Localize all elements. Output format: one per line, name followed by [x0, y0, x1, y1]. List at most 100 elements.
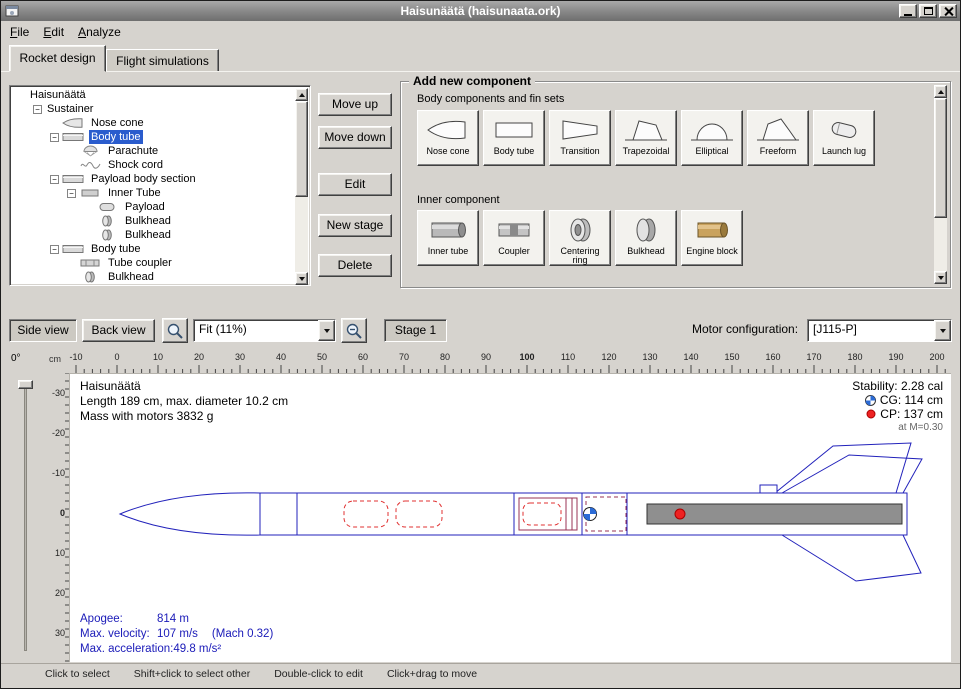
palette-button-label: Bulkhead [625, 247, 667, 256]
tree-item-shock-cord[interactable]: Shock cord [12, 158, 296, 172]
rocket-mass: Mass with motors 3832 g [80, 409, 288, 424]
scroll-up-button[interactable] [295, 88, 308, 101]
scroll-down-button[interactable] [934, 271, 947, 284]
centering-ring-icon [557, 214, 603, 246]
tree-item-nose-cone[interactable]: Nose cone [12, 116, 296, 130]
maximize-button[interactable] [919, 4, 937, 18]
collapse-handle-icon[interactable]: − [50, 245, 59, 254]
palette-button-label: Inner tube [426, 247, 471, 256]
tree-item-bulkhead[interactable]: Bulkhead [12, 270, 296, 284]
nose-cone-icon [425, 114, 471, 146]
tree-scrollbar[interactable] [295, 88, 308, 285]
new-stage-button[interactable]: New stage [318, 214, 392, 237]
tree-item-label: Parachute [106, 144, 160, 158]
tab-pane-border [1, 71, 960, 72]
palette-button-engine-block[interactable]: Engine block [681, 210, 743, 266]
move-up-button[interactable]: Move up [318, 93, 392, 116]
tab-flight-simulations[interactable]: Flight simulations [106, 49, 219, 72]
zoom-in-button[interactable] [162, 318, 188, 343]
tree-item-bulkhead[interactable]: Bulkhead [12, 214, 296, 228]
vertical-ruler: -30-20-100102030 [47, 373, 69, 662]
tree-item-tube-coupler[interactable]: Tube coupler [12, 256, 296, 270]
back-view-button[interactable]: Back view [82, 319, 155, 342]
hint-shift-click: Shift+click to select other [134, 668, 250, 685]
collapse-handle-icon[interactable]: − [67, 189, 76, 198]
titlebar[interactable]: Haisunäätä (haisunaata.ork) [1, 1, 960, 21]
palette-button-nose-cone[interactable]: Nose cone [417, 110, 479, 166]
rotation-slider-handle[interactable] [18, 380, 33, 389]
palette-button-elliptical[interactable]: Elliptical [681, 110, 743, 166]
palette-button-bulkhead[interactable]: Bulkhead [615, 210, 677, 266]
menu-file[interactable]: File [3, 22, 36, 42]
zoom-combo[interactable]: Fit (11%) [193, 319, 336, 342]
mach-note: at M=0.30 [852, 421, 943, 435]
ruler-top-label: -10 [69, 352, 90, 362]
nose-cone-icon [62, 117, 86, 129]
palette-scrollbar[interactable] [934, 85, 947, 284]
edit-button[interactable]: Edit [318, 173, 392, 196]
tab-rocket-design[interactable]: Rocket design [9, 45, 106, 72]
palette-button-body-tube[interactable]: Body tube [483, 110, 545, 166]
palette-button-freeform[interactable]: Freeform [747, 110, 809, 166]
combo-dropdown-button[interactable] [318, 320, 335, 341]
rocket-canvas[interactable]: Haisunäätä Length 189 cm, max. diameter … [69, 373, 951, 662]
magnifier-icon [345, 322, 363, 340]
palette-button-centering-ring[interactable]: Centering ring [549, 210, 611, 266]
palette-button-transition[interactable]: Transition [549, 110, 611, 166]
minimize-button[interactable] [899, 4, 917, 18]
tree-item-label: Haisunäätä [28, 88, 88, 102]
tree-item-label: Inner Tube [106, 186, 163, 200]
tree-item-inner-tube[interactable]: − Inner Tube [12, 186, 296, 200]
side-view-button[interactable]: Side view [9, 319, 77, 342]
menu-analyze[interactable]: Analyze [71, 22, 128, 42]
scroll-thumb[interactable] [934, 98, 947, 218]
scroll-up-button[interactable] [934, 85, 947, 98]
tree-item-body-tube[interactable]: −Body tube [12, 130, 296, 144]
ruler-top-label: 40 [267, 352, 295, 362]
collapse-handle-icon[interactable]: − [33, 105, 42, 114]
move-down-button[interactable]: Move down [318, 126, 392, 149]
component-tree-rows: Haisunäätä−SustainerNose cone − Body tube P… [12, 88, 296, 285]
close-button[interactable] [939, 4, 957, 18]
statusbar: Click to select Shift+click to select ot… [1, 663, 960, 685]
stage-1-toggle[interactable]: Stage 1 [384, 319, 447, 342]
tree-item-body-tube[interactable]: − Body tube [12, 242, 296, 256]
add-new-component-group: Add new component Body components and fi… [400, 81, 951, 288]
tree-item-haisun-t[interactable]: Haisunäätä [12, 88, 296, 102]
palette-button-inner-tube[interactable]: Inner tube [417, 210, 479, 266]
tree-item-sustainer[interactable]: −Sustainer [12, 102, 296, 116]
max-acceleration-label: Max. acceleration: [80, 642, 173, 657]
delete-button[interactable]: Delete [318, 254, 392, 277]
tree-item-payload[interactable]: Payload [12, 200, 296, 214]
palette-button-coupler[interactable]: Coupler [483, 210, 545, 266]
rotation-slider-track[interactable] [24, 383, 27, 651]
collapse-handle-icon[interactable]: − [50, 175, 59, 184]
collapse-handle-icon[interactable]: − [50, 133, 59, 142]
ruler-top-label: 160 [759, 352, 787, 362]
scroll-down-button[interactable] [295, 272, 308, 285]
palette-button-trapezoidal[interactable]: Trapezoidal [615, 110, 677, 166]
combo-dropdown-button[interactable] [934, 320, 951, 341]
tree-item-bulkhead[interactable]: Bulkhead [12, 228, 296, 242]
tree-item-payload-body-section[interactable]: −Payload body section [12, 172, 296, 186]
palette-button-launch-lug[interactable]: Launch lug [813, 110, 875, 166]
palette-button-label: Elliptical [693, 147, 730, 156]
component-tree[interactable]: Haisunäätä−SustainerNose cone − Body tube P… [9, 85, 311, 286]
bulkhead-icon [79, 271, 103, 283]
cp-icon [866, 409, 876, 419]
ruler-top-label: 130 [636, 352, 664, 362]
app-icon [5, 4, 19, 18]
scroll-thumb[interactable] [295, 101, 308, 197]
motor-configuration-combo[interactable]: [J115-P] [807, 319, 952, 342]
elliptical-fin-icon [689, 114, 735, 146]
flight-stats: Apogee:814 m Max. velocity:107 m/s(Mach … [80, 612, 273, 657]
apogee-label: Apogee: [80, 612, 157, 627]
tree-item-parachute[interactable]: Parachute [12, 144, 296, 158]
zoom-out-button[interactable] [341, 318, 367, 343]
menu-edit[interactable]: Edit [36, 22, 71, 42]
cg-marker [584, 508, 597, 521]
tree-item-label: Body tube [89, 242, 143, 256]
cg-icon [865, 395, 876, 406]
chevron-down-icon [324, 329, 330, 333]
palette-button-label: Centering ring [550, 247, 610, 265]
